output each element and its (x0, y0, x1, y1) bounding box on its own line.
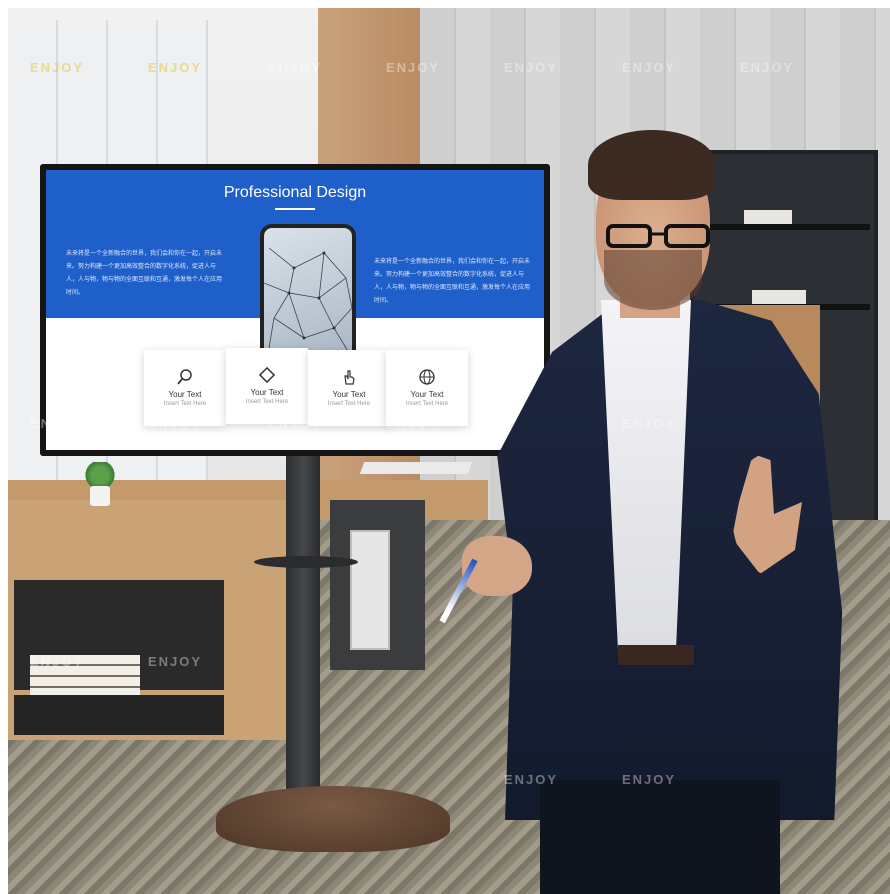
watermark: ENJOY (30, 416, 85, 431)
man-hair (588, 130, 716, 200)
computer-tower (350, 530, 390, 650)
plant (84, 462, 116, 488)
watermark: ENJOY (504, 60, 559, 75)
watermark: ENJOY (504, 772, 559, 787)
card-subtitle: Insert Text Here (245, 399, 289, 405)
screen-title: Professional Design (223, 184, 367, 201)
diamond-icon (258, 366, 276, 384)
card-title: Your Text (168, 390, 202, 399)
card-subtitle: Insert Text Here (327, 401, 371, 407)
screen-paragraph-right: 未来将是一个全新融合的世界，我们会和你在一起，开启未来。努力构建一个更加高效整合… (374, 259, 531, 304)
title-underline (275, 208, 315, 210)
man-trousers (540, 780, 780, 894)
cabinet-compartment (14, 695, 224, 735)
search-icon (176, 368, 194, 386)
phone-display (264, 228, 352, 360)
watermark: ENJOY (30, 60, 85, 75)
watermark: ENJOY (622, 416, 677, 431)
watermark: ENJOY (30, 654, 85, 669)
watermark: ENJOY (740, 60, 795, 75)
books (752, 290, 806, 304)
tv-screen: Professional Design 未来将是一个全新融合的世界，我们会和你在… (46, 170, 544, 450)
tv-stand-tray (254, 556, 358, 568)
card-subtitle: Insert Text Here (405, 401, 449, 407)
tv-stand-base (216, 786, 450, 852)
watermark: ENJOY (268, 60, 323, 75)
watermark: ENJOY (622, 60, 677, 75)
shelf (700, 224, 870, 230)
screen-paragraph-left: 未来将是一个全新融合的世界，我们会和你在一起，开启未来。努力构建一个更加高效整合… (66, 251, 223, 296)
feature-card: Your Text Insert Text Here (144, 350, 226, 426)
hand-icon (340, 368, 358, 386)
books (744, 210, 792, 224)
card-title: Your Text (410, 390, 444, 399)
card-title: Your Text (332, 390, 366, 399)
belt (618, 645, 694, 665)
man-beard (604, 250, 702, 310)
feature-card: Your Text Insert Text Here (226, 348, 308, 424)
plant-pot (90, 486, 110, 506)
keyboard (359, 462, 473, 474)
globe-icon (418, 368, 436, 386)
eyeglasses (606, 224, 710, 248)
card-title: Your Text (250, 388, 284, 397)
watermark: ENJOY (386, 60, 441, 75)
photo-scene: Professional Design 未来将是一个全新融合的世界，我们会和你在… (0, 0, 890, 894)
smartphone-image (260, 224, 356, 364)
watermark: ENJOY (386, 416, 441, 431)
feature-card: Your Text Insert Text Here (308, 350, 390, 426)
watermark: ENJOY (148, 416, 203, 431)
card-subtitle: Insert Text Here (163, 401, 207, 407)
watermark: ENJOY (622, 772, 677, 787)
network-graphic (264, 247, 352, 354)
tv-stand-pole (286, 450, 320, 800)
watermark: ENJOY (148, 60, 203, 75)
watermark: ENJOY (148, 654, 203, 669)
feature-card: Your Text Insert Text Here (386, 350, 468, 426)
watermark: ENJOY (268, 416, 323, 431)
